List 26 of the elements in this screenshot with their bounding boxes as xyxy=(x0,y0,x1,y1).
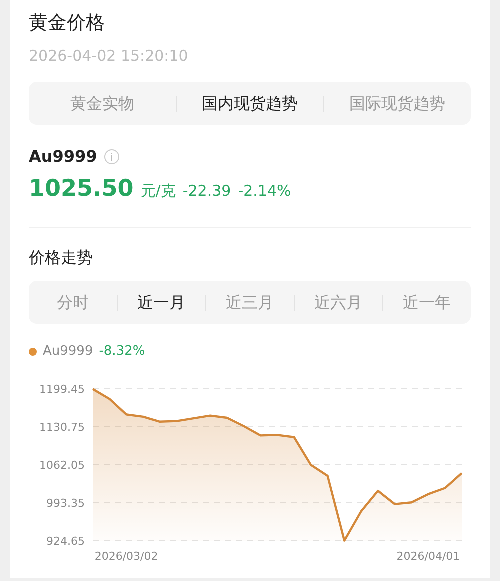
x-axis-label: 2026/04/01 xyxy=(396,550,460,563)
price-unit: 元/克 xyxy=(140,182,176,201)
tab[interactable]: 国际现货趋势 xyxy=(323,96,472,112)
section-title: 价格走势 xyxy=(29,248,94,269)
range-tab[interactable]: 近六月 xyxy=(294,294,382,310)
range-tab[interactable]: 近一年 xyxy=(382,294,471,310)
tab[interactable]: 黄金实物 xyxy=(29,96,176,112)
timestamp: 2026-04-02 15:20:10 xyxy=(29,47,190,65)
info-icon[interactable] xyxy=(104,148,120,164)
range-tab[interactable]: 近三月 xyxy=(205,294,294,310)
legend-label: Au9999 xyxy=(43,344,94,359)
y-axis-label: 993.35 xyxy=(46,497,85,510)
symbol-label: Au9999 xyxy=(29,147,98,166)
tab[interactable]: 国内现货趋势 xyxy=(176,96,324,112)
price-change: -22.39 xyxy=(182,182,232,200)
price-value: 1025.50 xyxy=(29,176,134,202)
x-axis-label: 2026/03/02 xyxy=(94,550,158,563)
range-tab[interactable]: 近一月 xyxy=(116,294,206,310)
y-axis-label: 924.65 xyxy=(46,535,85,548)
legend-change: -8.32% xyxy=(99,344,146,359)
y-axis-label: 1199.45 xyxy=(40,383,85,396)
page-title: 黄金价格 xyxy=(29,11,106,36)
range-tab[interactable]: 分时 xyxy=(29,294,117,310)
percent-change: -2.14% xyxy=(238,182,292,200)
y-axis-label: 1130.75 xyxy=(40,421,85,434)
y-axis-label: 1062.05 xyxy=(40,459,85,472)
